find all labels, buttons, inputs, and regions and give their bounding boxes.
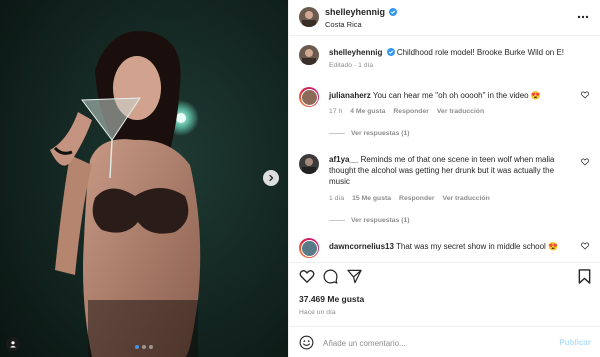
comment-time[interactable]: 1 día — [329, 195, 344, 202]
share-button[interactable] — [347, 269, 362, 286]
next-slide-button[interactable] — [263, 170, 279, 186]
comment-username[interactable]: af1ya__ — [329, 155, 358, 164]
comment-username[interactable]: dawncornelius13 — [329, 242, 394, 251]
more-options-button[interactable] — [577, 12, 589, 21]
like-button[interactable] — [299, 269, 315, 286]
like-comment-button[interactable] — [581, 158, 589, 168]
comment-meta: 17 h 4 Me gusta Responder Ver traducción — [329, 108, 484, 115]
reply-button[interactable]: Responder — [399, 195, 435, 202]
view-replies-button[interactable]: Ver respuestas (1) — [329, 217, 410, 224]
caption-username[interactable]: shelleyhennig — [329, 48, 382, 57]
carousel-dot[interactable] — [135, 345, 139, 349]
comments-list[interactable]: shelleyhennig Childhood role model! Broo… — [289, 37, 600, 261]
post-header: shelleyhennig Costa Rica — [289, 0, 600, 36]
view-replies-label: Ver respuestas (1) — [351, 130, 410, 137]
commenter-avatar[interactable] — [299, 238, 319, 258]
commenter-avatar[interactable] — [299, 87, 319, 107]
post-dialog: shelleyhennig Costa Rica shelleyhennig C… — [0, 0, 600, 357]
save-button[interactable] — [578, 269, 591, 286]
comment-username[interactable]: julianaherz — [329, 91, 371, 100]
carousel-indicator — [0, 345, 288, 349]
author-avatar[interactable] — [299, 45, 319, 65]
comment-body: You can hear me "oh oh ooooh" in the vid… — [372, 91, 541, 100]
carousel-dot[interactable] — [142, 345, 146, 349]
post-actions — [289, 262, 600, 292]
comment-likes[interactable]: 4 Me gusta — [350, 108, 385, 115]
comment-input[interactable] — [323, 335, 543, 351]
like-comment-button[interactable] — [581, 242, 589, 252]
comment-text: af1ya__ Reminds me of that one scene in … — [329, 154, 577, 187]
carousel-dot[interactable] — [149, 345, 153, 349]
post-time[interactable]: Hace un día — [299, 309, 336, 316]
comment-meta: 1 día 15 Me gusta Responder Ver traducci… — [329, 195, 490, 202]
comment-text: julianaherz You can hear me "oh oh ooooh… — [329, 90, 577, 101]
verified-badge-icon — [389, 8, 398, 16]
verified-badge-icon — [386, 48, 395, 56]
emoji-icon — [299, 335, 314, 350]
comment-time[interactable]: 17 h — [329, 108, 342, 115]
heart-icon — [581, 91, 589, 99]
comment-body: That was my secret show in middle school… — [396, 242, 559, 251]
heart-icon — [581, 242, 589, 250]
emoji-button[interactable] — [299, 335, 314, 352]
comment-likes[interactable]: 15 Me gusta — [352, 195, 391, 202]
author-avatar[interactable] — [299, 7, 319, 27]
comment-composer: Publicar — [289, 326, 600, 357]
post-panel: shelleyhennig Costa Rica shelleyhennig C… — [288, 0, 600, 357]
comment-text: dawncornelius13 That was my secret show … — [329, 241, 577, 252]
author-username[interactable]: shelleyhennig — [325, 7, 385, 17]
chevron-right-icon — [269, 174, 274, 182]
caption-edited-time: Editado · 1 día — [329, 62, 374, 69]
comment-button[interactable] — [323, 269, 338, 286]
reply-button[interactable]: Responder — [393, 108, 429, 115]
comment-icon — [323, 269, 338, 284]
publish-button[interactable]: Publicar — [559, 338, 591, 347]
caption-text: shelleyhennig Childhood role model! Broo… — [329, 47, 577, 58]
photo-image — [0, 0, 288, 357]
comment-body: Reminds me of that one scene in teen wol… — [329, 155, 555, 186]
more-icon — [577, 15, 589, 19]
like-comment-button[interactable] — [581, 91, 589, 101]
heart-icon — [581, 158, 589, 166]
post-photo — [0, 0, 288, 357]
share-icon — [347, 269, 362, 284]
post-location[interactable]: Costa Rica — [325, 20, 362, 29]
caption-body: Childhood role model! Brooke Burke Wild … — [396, 48, 565, 57]
view-replies-label: Ver respuestas (1) — [351, 217, 410, 224]
translate-button[interactable]: Ver traducción — [443, 195, 490, 202]
view-replies-button[interactable]: Ver respuestas (1) — [329, 130, 410, 137]
caption-meta: Editado · 1 día — [329, 62, 373, 69]
commenter-avatar[interactable] — [299, 154, 319, 174]
likes-count[interactable]: 37.469 Me gusta — [299, 294, 364, 304]
bookmark-icon — [578, 269, 591, 284]
translate-button[interactable]: Ver traducción — [437, 108, 484, 115]
heart-icon — [299, 270, 315, 284]
